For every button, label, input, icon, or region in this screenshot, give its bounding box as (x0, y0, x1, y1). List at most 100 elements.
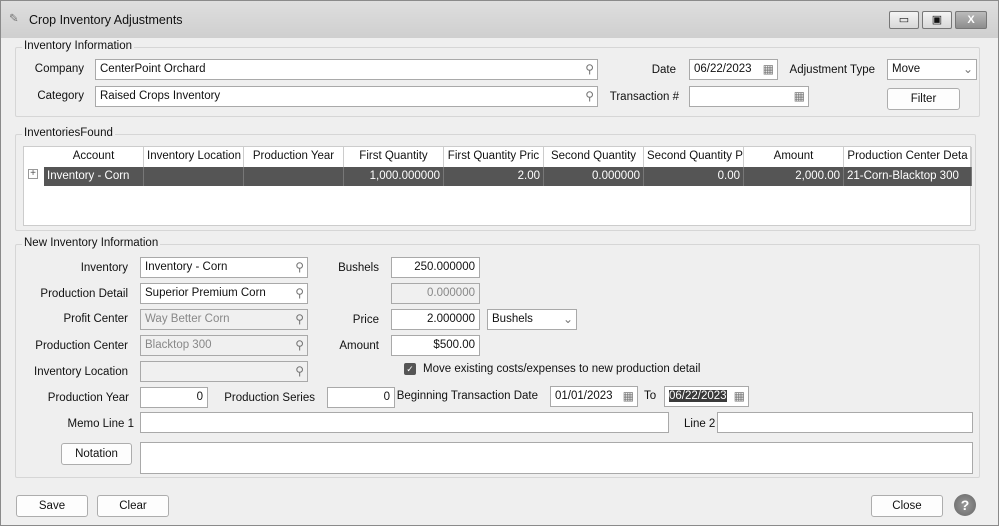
bushels-input[interactable]: 250.000000 (391, 257, 480, 278)
inventory-input[interactable]: Inventory - Corn ⚲ (140, 257, 308, 278)
help-icon[interactable]: ? (954, 494, 976, 516)
search-icon[interactable]: ⚲ (295, 260, 304, 274)
group-label: InventoriesFound (22, 127, 115, 139)
inventory-label: Inventory (80, 262, 128, 274)
amount-label: Amount (339, 340, 379, 352)
window-title: Crop Inventory Adjustments (29, 13, 183, 27)
company-label: Company (34, 63, 84, 75)
cell-amount: 2,000.00 (744, 167, 844, 186)
search-icon[interactable]: ⚲ (585, 62, 594, 76)
price-input[interactable]: 2.000000 (391, 309, 480, 330)
column-header[interactable]: Inventory Location (144, 147, 244, 167)
clear-button[interactable]: Clear (97, 495, 169, 517)
title-bar: ✎ Crop Inventory Adjustments ▭ ▣ X (1, 1, 998, 38)
window: ✎ Crop Inventory Adjustments ▭ ▣ X Inven… (0, 0, 999, 526)
expand-icon[interactable]: + (28, 169, 38, 179)
inventories-grid: Account Inventory Location Production Ye… (23, 146, 972, 226)
inventory-location-label: Inventory Location (34, 366, 128, 378)
cell-second-qty: 0.000000 (544, 167, 644, 186)
grid-header: Account Inventory Location Production Ye… (44, 147, 972, 167)
adjustment-type-select[interactable]: Move ⌄ (887, 59, 977, 80)
notation-button[interactable]: Notation (61, 443, 132, 465)
column-header[interactable]: Production Year (244, 147, 344, 167)
date-input[interactable]: 06/22/2023 ▦ (689, 59, 778, 80)
table-row[interactable]: Inventory - Corn 1,000.000000 2.00 0.000… (44, 167, 972, 186)
date-value: 06/22/2023 (694, 63, 752, 75)
unit-value: Bushels (492, 313, 533, 325)
column-header[interactable]: Account (44, 147, 144, 167)
chevron-down-icon: ⌄ (962, 62, 973, 76)
move-costs-label: Move existing costs/expenses to new prod… (423, 363, 701, 375)
minimize-button[interactable]: ▭ (889, 11, 919, 29)
beginning-date-input[interactable]: 01/01/2023 ▦ (550, 386, 638, 407)
amount-input[interactable]: $500.00 (391, 335, 480, 356)
group-label: Inventory Information (22, 40, 135, 52)
memo-line-1-input[interactable] (140, 412, 669, 433)
inventory-value: Inventory - Corn (145, 261, 228, 273)
calendar-icon[interactable]: ▦ (623, 389, 634, 403)
close-button[interactable]: Close (871, 495, 943, 517)
second-quantity-input: 0.000000 (391, 283, 480, 304)
cell-first-price: 2.00 (444, 167, 544, 186)
search-icon: ⚲ (295, 338, 304, 352)
production-center-input: Blacktop 300 ⚲ (140, 335, 308, 356)
profit-center-label: Profit Center (63, 313, 128, 325)
bushels-label: Bushels (338, 262, 379, 274)
group-label: New Inventory Information (22, 237, 161, 249)
production-series-input[interactable]: 0 (327, 387, 395, 408)
search-icon: ⚲ (295, 312, 304, 326)
maximize-button[interactable]: ▣ (922, 11, 952, 29)
profit-center-value: Way Better Corn (145, 313, 230, 325)
column-header[interactable]: Amount (744, 147, 844, 167)
production-series-label: Production Series (224, 392, 315, 404)
company-input[interactable]: CenterPoint Orchard ⚲ (95, 59, 598, 80)
category-input[interactable]: Raised Crops Inventory ⚲ (95, 86, 598, 107)
close-window-button[interactable]: X (955, 11, 987, 29)
column-header[interactable]: Production Center Deta (844, 147, 972, 167)
calendar-icon[interactable]: ▦ (734, 389, 745, 403)
cell-second-price: 0.00 (644, 167, 744, 186)
end-date-value: 06/22/2023 (669, 390, 727, 402)
save-button[interactable]: Save (16, 495, 88, 517)
cell-account: Inventory - Corn (44, 167, 144, 186)
cell-year (244, 167, 344, 186)
search-icon[interactable]: ⚲ (295, 286, 304, 300)
transaction-label: Transaction # (609, 91, 679, 103)
cell-production-center: 21-Corn-Blacktop 300 (844, 167, 972, 186)
chevron-down-icon: ⌄ (562, 312, 573, 326)
line-2-input[interactable] (717, 412, 973, 433)
production-year-label: Production Year (47, 392, 129, 404)
column-header[interactable]: First Quantity (344, 147, 444, 167)
end-date-input[interactable]: 06/22/2023 ▦ (664, 386, 749, 407)
unit-select[interactable]: Bushels ⌄ (487, 309, 577, 330)
notation-textarea[interactable] (140, 442, 973, 474)
move-costs-checkbox[interactable]: ✓ (404, 363, 416, 375)
column-header[interactable]: Second Quantity P (644, 147, 744, 167)
production-detail-value: Superior Premium Corn (145, 287, 266, 299)
search-icon: ⚲ (295, 364, 304, 378)
production-center-label: Production Center (35, 340, 128, 352)
production-year-input[interactable]: 0 (140, 387, 208, 408)
calendar-icon[interactable]: ▦ (763, 62, 774, 76)
company-value: CenterPoint Orchard (100, 63, 206, 75)
price-label: Price (352, 314, 379, 326)
production-center-value: Blacktop 300 (145, 339, 212, 351)
line-2-label: Line 2 (684, 418, 716, 430)
column-header[interactable]: First Quantity Pric (444, 147, 544, 167)
app-icon: ✎ (9, 13, 19, 25)
memo-line-1-label: Memo Line 1 (67, 418, 134, 430)
category-value: Raised Crops Inventory (100, 90, 221, 102)
production-detail-input[interactable]: Superior Premium Corn ⚲ (140, 283, 308, 304)
column-header[interactable]: Second Quantity (544, 147, 644, 167)
beginning-date-value: 01/01/2023 (555, 390, 613, 402)
filter-button[interactable]: Filter (887, 88, 960, 110)
production-detail-label: Production Detail (40, 288, 128, 300)
calendar-icon[interactable]: ▦ (794, 89, 805, 103)
cell-first-qty: 1,000.000000 (344, 167, 444, 186)
inventory-location-input: ⚲ (140, 361, 308, 382)
adjustment-type-label: Adjustment Type (789, 64, 875, 76)
date-label: Date (651, 64, 676, 76)
cell-location (144, 167, 244, 186)
transaction-input[interactable]: ▦ (689, 86, 809, 107)
search-icon[interactable]: ⚲ (585, 89, 594, 103)
